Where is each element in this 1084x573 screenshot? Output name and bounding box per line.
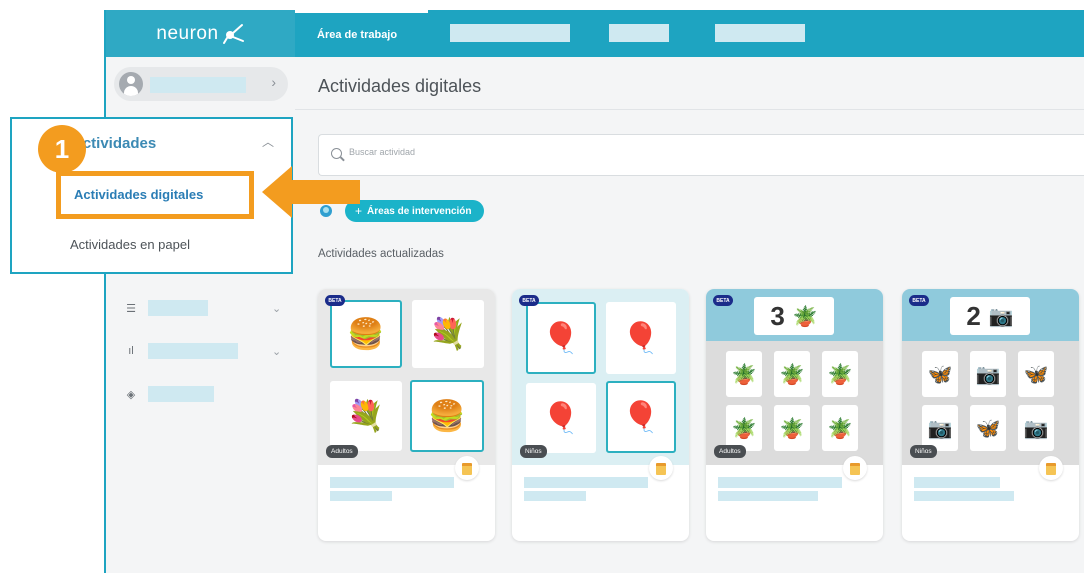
tile-image: 🎈	[606, 302, 676, 374]
highlight-box: Actividades digitales	[56, 171, 254, 219]
tab-label: Área de trabajo	[317, 29, 398, 41]
target-number-box: 2 📷	[950, 297, 1030, 335]
areas-de-intervencion-button[interactable]: + Áreas de intervención	[345, 200, 484, 222]
beta-badge: BETA	[909, 295, 929, 306]
cube-icon: ◈	[126, 388, 136, 401]
target-number: 3	[770, 300, 785, 331]
sidebar-item-label-redacted	[148, 300, 208, 316]
tile-image: 💐	[412, 300, 484, 368]
target-number-box: 3 🪴	[754, 297, 834, 335]
tile-image: 🪴	[822, 351, 858, 397]
list-icon: ☰	[126, 302, 136, 315]
card-title-redacted	[524, 477, 648, 488]
beta-badge: BETA	[325, 295, 345, 306]
search-bar[interactable]	[318, 134, 1084, 176]
activity-card[interactable]: 2 📷 🦋 📷 🦋 📷 🦋 📷 BETA Niños	[902, 289, 1079, 541]
calendar-icon[interactable]	[1039, 456, 1063, 480]
tile-image: 🎈	[526, 383, 596, 453]
tile-image: 📷	[970, 351, 1006, 397]
sidebar: neuron › ☰ ⌄ ıl ⌄ ◈	[104, 10, 295, 573]
tile-image: 🦋	[1018, 351, 1054, 397]
search-input[interactable]	[349, 147, 749, 157]
button-label: Áreas de intervención	[367, 205, 472, 217]
app-window: neuron › ☰ ⌄ ıl ⌄ ◈ Área de trabajo Acti…	[0, 0, 1084, 573]
divider	[295, 109, 1084, 110]
tile-image: 📷	[1018, 405, 1054, 451]
tile-image: 🦋	[970, 405, 1006, 451]
tile-image: 🎈	[606, 381, 676, 453]
tile-image: 🍔	[330, 300, 402, 368]
sidebar-item-label-redacted	[148, 343, 238, 359]
tab-redacted[interactable]	[609, 24, 669, 42]
page-title: Actividades digitales	[318, 76, 482, 96]
tile-image: 🪴	[726, 351, 762, 397]
age-badge: Niños	[520, 445, 547, 458]
logo-text: neuron	[156, 22, 219, 44]
tab-redacted[interactable]	[450, 24, 570, 42]
age-badge: Niños	[910, 445, 937, 458]
tile-image: 🍔	[410, 380, 484, 452]
user-name-redacted	[150, 77, 246, 93]
step-number-badge: 1	[38, 125, 86, 173]
tab-area-de-trabajo[interactable]: Área de trabajo	[295, 10, 428, 57]
activity-card[interactable]: 🎈 🎈 🎈 🎈 BETA Niños	[512, 289, 689, 541]
sidebar-item-label-redacted	[148, 386, 214, 402]
avatar	[119, 72, 143, 96]
tile-image: 💐	[330, 381, 402, 451]
chevron-up-icon[interactable]: ︿	[262, 133, 274, 150]
sidebar-item-resources[interactable]: ◈	[124, 386, 214, 402]
tile-image: 🪴	[774, 351, 810, 397]
chevron-down-icon[interactable]: ⌄	[272, 302, 281, 315]
card-thumbnail: 🎈 🎈 🎈 🎈	[512, 289, 689, 465]
target-icon: 🪴	[792, 305, 818, 328]
card-subtitle-redacted	[914, 491, 1014, 501]
neuron-logo-icon	[222, 23, 244, 44]
section-title: Actividades actualizadas	[318, 248, 444, 260]
card-subtitle-redacted	[330, 491, 392, 501]
tab-redacted[interactable]	[715, 24, 805, 42]
sidebar-item-list[interactable]: ☰	[124, 300, 208, 316]
calendar-icon[interactable]	[649, 456, 673, 480]
tile-image: 🦋	[922, 351, 958, 397]
beta-badge: BETA	[713, 295, 733, 306]
menu-item-actividades-digitales[interactable]: Actividades digitales	[74, 187, 203, 202]
card-thumbnail: 🍔 💐 💐 🍔	[318, 289, 495, 465]
age-badge: Adultos	[326, 445, 358, 458]
card-subtitle-redacted	[718, 491, 818, 501]
arrow-left-icon	[262, 166, 360, 218]
tile-image: 🎈	[526, 302, 596, 374]
top-nav: Área de trabajo	[295, 10, 1084, 57]
card-title-redacted	[718, 477, 842, 488]
card-thumbnail: 3 🪴 🪴 🪴 🪴 🪴 🪴 🪴	[706, 289, 883, 465]
search-icon	[331, 148, 342, 159]
logo[interactable]: neuron	[106, 10, 295, 57]
bar-chart-icon: ıl	[128, 345, 134, 357]
menu-item-actividades-en-papel[interactable]: Actividades en papel	[70, 237, 190, 252]
tile-image: 🪴	[774, 405, 810, 451]
target-icon: 📷	[988, 305, 1014, 328]
user-profile-row[interactable]: ›	[114, 67, 288, 101]
sidebar-item-stats[interactable]: ıl	[124, 343, 238, 359]
beta-badge: BETA	[519, 295, 539, 306]
card-title-redacted	[330, 477, 454, 488]
chevron-right-icon: ›	[271, 74, 276, 90]
card-title-redacted	[914, 477, 1000, 488]
calendar-icon[interactable]	[455, 456, 479, 480]
age-badge: Adultos	[714, 445, 746, 458]
tile-image: 🪴	[822, 405, 858, 451]
activity-card[interactable]: 3 🪴 🪴 🪴 🪴 🪴 🪴 🪴 BETA Adultos	[706, 289, 883, 541]
main-content: Actividades digitales + Áreas de interve…	[295, 57, 1084, 573]
card-thumbnail: 2 📷 🦋 📷 🦋 📷 🦋 📷	[902, 289, 1079, 465]
card-subtitle-redacted	[524, 491, 586, 501]
calendar-icon[interactable]	[843, 456, 867, 480]
activity-card[interactable]: 🍔 💐 💐 🍔 BETA Adultos	[318, 289, 495, 541]
target-number: 2	[966, 300, 981, 331]
chevron-down-icon[interactable]: ⌄	[272, 345, 281, 358]
